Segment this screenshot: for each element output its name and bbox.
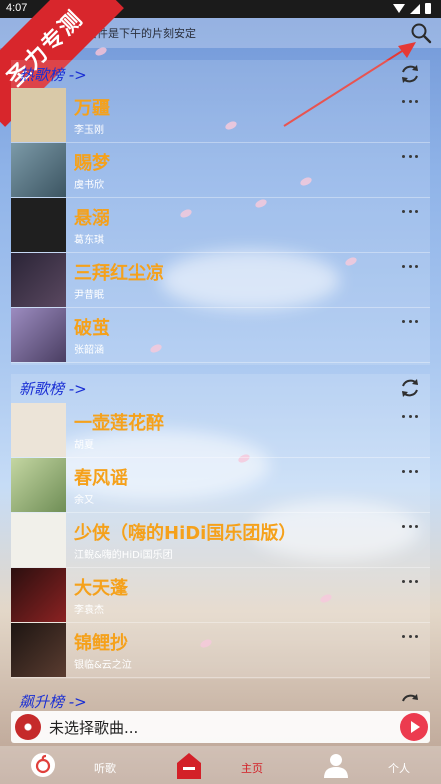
more-icon[interactable] <box>402 320 418 326</box>
song-row[interactable]: 破茧 张韶涵 <box>11 308 430 363</box>
more-icon[interactable] <box>402 580 418 586</box>
song-title: 三拜红尘凉 <box>74 263 164 284</box>
album-cover <box>11 198 66 252</box>
section-title[interactable]: 新歌榜 -> <box>19 378 87 399</box>
song-row[interactable]: 一壶莲花醉 胡夏 <box>11 403 430 458</box>
more-icon[interactable] <box>402 470 418 476</box>
song-title: 万疆 <box>74 98 110 119</box>
song-title: 一壶莲花醉 <box>74 413 164 434</box>
nav-profile[interactable]: 个人 <box>294 746 441 784</box>
song-artist: 虞书欣 <box>74 180 104 191</box>
song-artist: 李玉刚 <box>74 125 104 136</box>
album-cover <box>11 403 66 457</box>
more-icon[interactable] <box>402 210 418 216</box>
album-cover <box>11 458 66 512</box>
more-icon[interactable] <box>402 100 418 106</box>
album-cover <box>11 143 66 197</box>
song-artist: 江鲵&嗨的HiDi国乐团 <box>74 550 173 561</box>
rising-chart-section: 飙升榜 -> <box>11 688 430 712</box>
song-artist: 余又 <box>74 495 94 506</box>
album-cover <box>11 513 66 567</box>
bottom-nav: 听歌 主页 个人 <box>0 746 441 784</box>
now-playing-text: 未选择歌曲... <box>49 719 139 737</box>
album-cover <box>11 623 66 677</box>
nav-listen-label: 听歌 <box>94 762 116 775</box>
album-cover <box>11 568 66 622</box>
song-title: 锦鲤抄 <box>74 633 128 654</box>
song-title: 破茧 <box>74 318 110 339</box>
song-title: 大天蓬 <box>74 578 128 599</box>
song-row[interactable]: 少侠（嗨的HiDi国乐团版） 江鲵&嗨的HiDi国乐团 <box>11 513 430 568</box>
refresh-icon[interactable] <box>398 376 422 400</box>
more-icon[interactable] <box>402 525 418 531</box>
refresh-icon[interactable] <box>398 62 422 86</box>
wifi-icon <box>393 4 405 13</box>
song-title: 少侠（嗨的HiDi国乐团版） <box>74 523 297 544</box>
signal-icon <box>410 3 420 14</box>
song-artist: 胡夏 <box>74 440 94 451</box>
song-row[interactable]: 大天蓬 李袁杰 <box>11 568 430 623</box>
hot-chart-section: 热歌榜 -> 万疆 李玉刚 赐梦 虞书欣 悬溺 葛东琪 三拜红尘凉 尹昔眠 破茧… <box>11 60 430 365</box>
more-icon[interactable] <box>402 265 418 271</box>
album-disc-icon <box>15 714 41 740</box>
song-artist: 尹昔眠 <box>74 290 104 301</box>
mini-player[interactable]: 未选择歌曲... <box>11 711 430 743</box>
new-chart-section: 新歌榜 -> 一壶莲花醉 胡夏 春风谣 余又 少侠（嗨的HiDi国乐团版） 江鲵… <box>11 374 430 679</box>
netease-logo-icon <box>31 753 55 777</box>
song-artist: 李袁杰 <box>74 605 104 616</box>
play-button[interactable] <box>400 713 428 741</box>
battery-icon <box>425 3 431 14</box>
home-icon <box>177 753 201 779</box>
more-icon[interactable] <box>402 415 418 421</box>
song-row[interactable]: 悬溺 葛东琪 <box>11 198 430 253</box>
song-title: 春风谣 <box>74 468 128 489</box>
song-row[interactable]: 春风谣 余又 <box>11 458 430 513</box>
song-row[interactable]: 锦鲤抄 银临&云之泣 <box>11 623 430 678</box>
song-row[interactable]: 万疆 李玉刚 <box>11 88 430 143</box>
song-artist: 张韶涵 <box>74 345 104 356</box>
album-cover <box>11 308 66 362</box>
song-artist: 葛东琪 <box>74 235 104 246</box>
person-icon <box>324 754 348 778</box>
status-time: 4:07 <box>6 2 28 14</box>
more-icon[interactable] <box>402 635 418 641</box>
song-title: 悬溺 <box>74 208 110 229</box>
album-cover <box>11 88 66 142</box>
song-artist: 银临&云之泣 <box>74 660 132 671</box>
song-row[interactable]: 三拜红尘凉 尹昔眠 <box>11 253 430 308</box>
song-title: 赐梦 <box>74 153 110 174</box>
nav-home-label: 主页 <box>241 762 263 775</box>
song-row[interactable]: 赐梦 虞书欣 <box>11 143 430 198</box>
section-title[interactable]: 热歌榜 -> <box>19 64 87 85</box>
nav-profile-label: 个人 <box>388 762 410 775</box>
nav-home[interactable]: 主页 <box>147 746 294 784</box>
more-icon[interactable] <box>402 155 418 161</box>
nav-listen[interactable]: 听歌 <box>0 746 147 784</box>
album-cover <box>11 253 66 307</box>
section-title[interactable]: 飙升榜 -> <box>19 691 87 712</box>
